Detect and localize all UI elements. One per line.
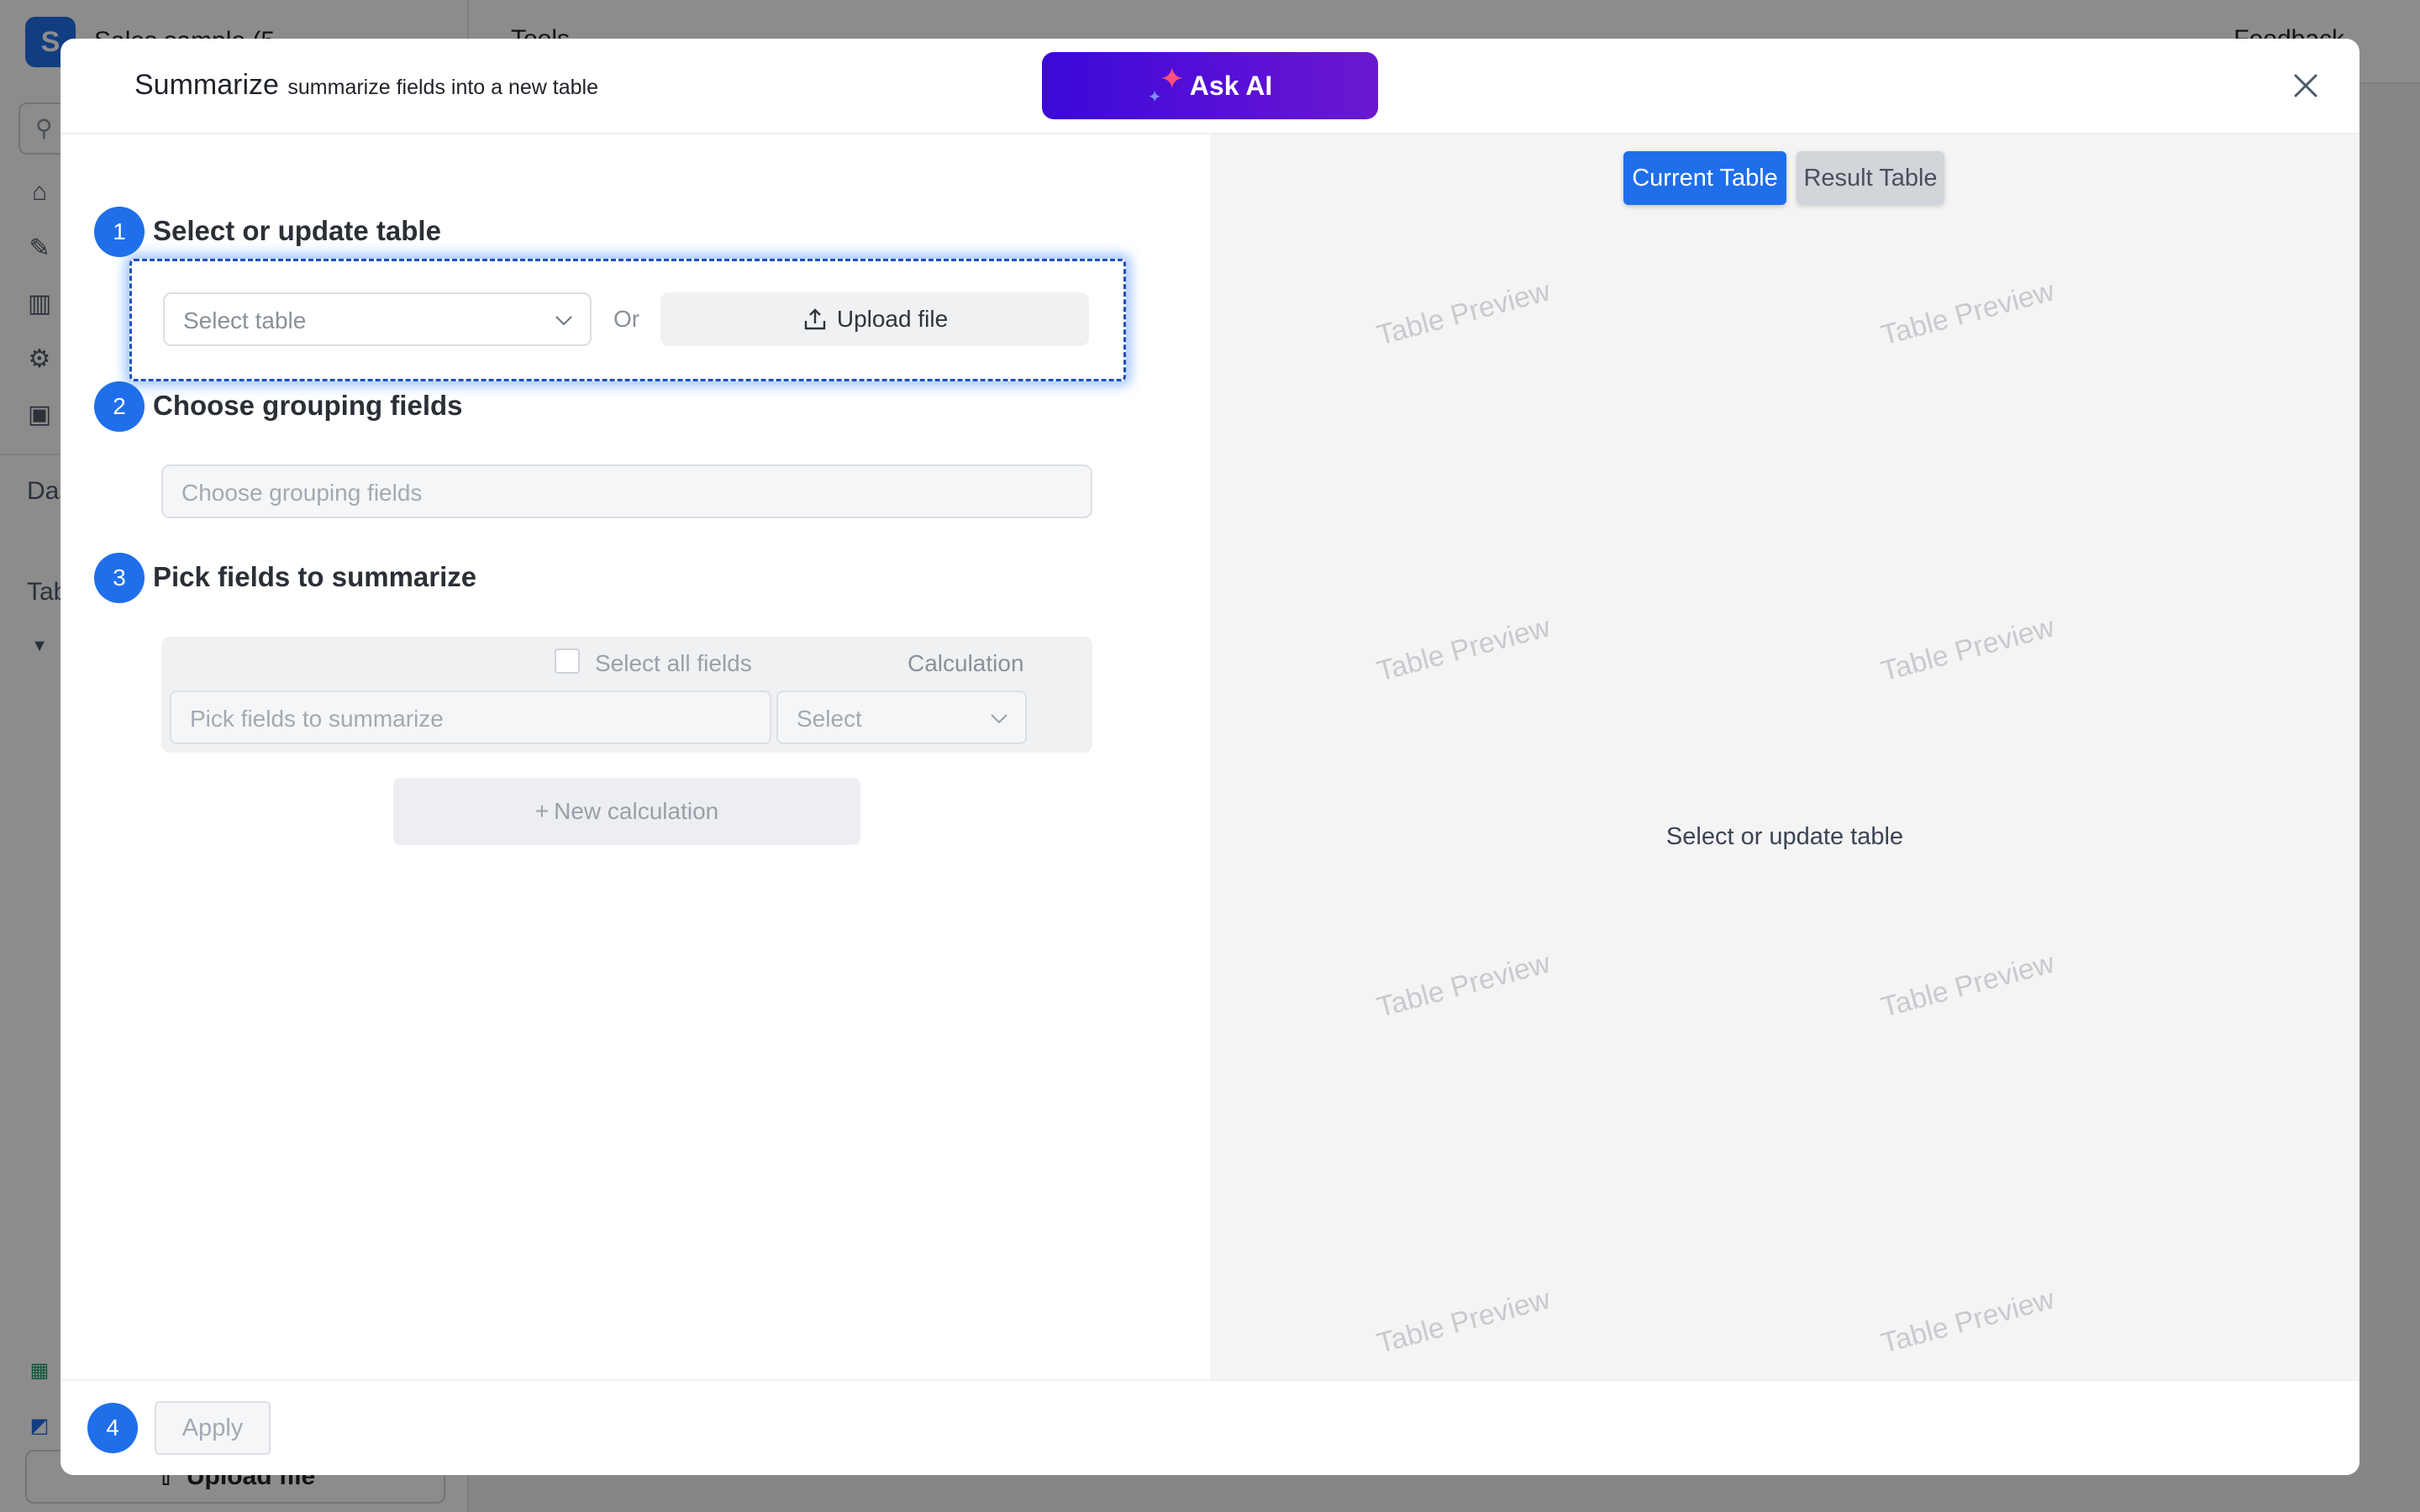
pick-fields-placeholder: Pick fields to summarize <box>190 706 444 732</box>
step-1-badge: 1 <box>94 207 145 257</box>
step-4-badge: 4 <box>87 1403 138 1453</box>
step-2-title: Choose grouping fields <box>153 390 463 421</box>
tab-current-table[interactable]: Current Table <box>1623 151 1786 205</box>
select-table-placeholder: Select table <box>183 307 307 333</box>
close-icon <box>2294 74 2317 97</box>
tab-result-table[interactable]: Result Table <box>1797 151 1944 205</box>
preview-empty-message: Select or update table <box>1665 823 1904 850</box>
pick-fields-input[interactable]: Pick fields to summarize <box>170 690 771 744</box>
modal-title: Summarize summarize fields into a new ta… <box>134 69 598 102</box>
chevron-down-icon <box>991 714 1007 724</box>
apply-button[interactable]: Apply <box>155 1401 271 1455</box>
step-3-badge: 3 <box>94 553 145 603</box>
summarize-fields-card: Select all fields Calculation Pick field… <box>161 637 1092 753</box>
preview-watermark: Table Preview <box>1877 947 2058 1024</box>
calculation-header: Calculation <box>908 650 1024 676</box>
preview-watermark: Table Preview <box>1877 611 2058 688</box>
preview-watermark: Table Preview <box>1373 1283 1554 1360</box>
select-all-checkbox[interactable] <box>555 648 580 674</box>
sparkle-icon: ✦ ✦ <box>1147 61 1185 107</box>
modal-subtitle: summarize fields into a new table <box>287 76 599 99</box>
select-all-label[interactable]: Select all fields <box>595 650 752 677</box>
preview-watermark: Table Preview <box>1373 947 1554 1024</box>
step-3-title: Pick fields to summarize <box>153 561 477 592</box>
preview-panel: Current Table Result Table Table Preview… <box>1210 134 2360 1379</box>
preview-watermark: Table Preview <box>1373 275 1554 352</box>
preview-watermark: Table Preview <box>1373 611 1554 688</box>
upload-file-label: Upload file <box>836 306 949 332</box>
preview-watermark: Table Preview <box>1877 1283 2058 1360</box>
step-1-title: Select or update table <box>153 215 441 246</box>
or-label: Or <box>613 306 640 332</box>
preview-watermark: Table Preview <box>1877 275 2058 352</box>
config-panel: 1 Select or update table Select table Or… <box>60 134 1210 1379</box>
modal-header: Summarize summarize fields into a new ta… <box>60 39 2360 134</box>
plus-icon: + <box>534 798 550 824</box>
calculation-select[interactable]: Select <box>776 690 1027 744</box>
grouping-fields-placeholder: Choose grouping fields <box>182 480 423 506</box>
grouping-fields-input[interactable]: Choose grouping fields <box>161 465 1092 518</box>
new-calculation-button[interactable]: + New calculation <box>393 778 860 845</box>
upload-icon <box>804 308 826 330</box>
select-table-dropdown[interactable]: Select table <box>163 292 592 346</box>
upload-file-button[interactable]: Upload file <box>660 292 1089 346</box>
ask-ai-label: Ask AI <box>1189 70 1273 101</box>
modal-title-text: Summarize <box>134 69 279 101</box>
step-2-badge: 2 <box>94 381 145 432</box>
calculation-select-placeholder: Select <box>797 706 862 732</box>
summarize-modal: Summarize summarize fields into a new ta… <box>60 39 2360 1475</box>
chevron-down-icon <box>555 316 572 326</box>
new-calculation-label: New calculation <box>554 798 719 824</box>
close-button[interactable] <box>2286 66 2326 106</box>
modal-footer: 4 Apply <box>60 1379 2360 1475</box>
ask-ai-button[interactable]: ✦ ✦ Ask AI <box>1042 52 1378 119</box>
